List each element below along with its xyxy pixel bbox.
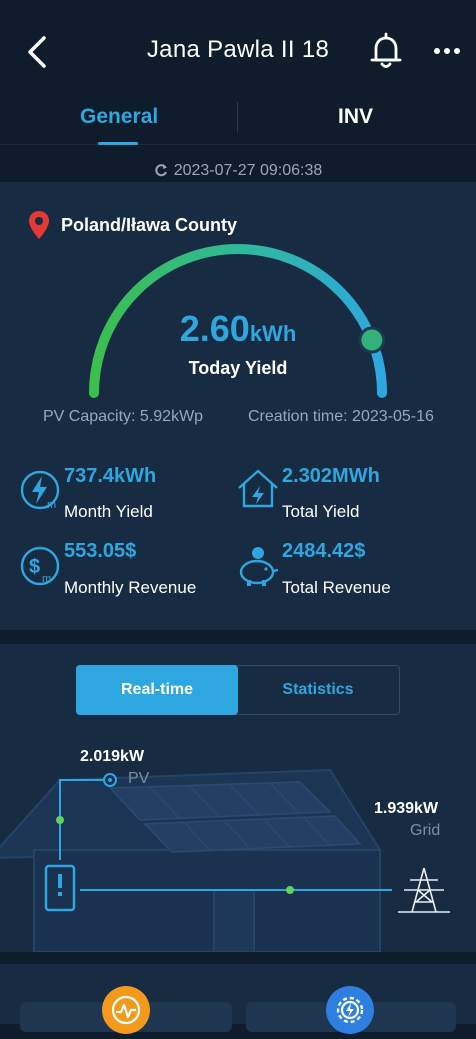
tab-inv[interactable]: INV — [338, 105, 373, 129]
section-gap-2 — [0, 952, 476, 964]
grid-flow-dot — [286, 886, 294, 894]
svg-text:m: m — [47, 499, 56, 511]
energy-meter-icon: m — [20, 470, 60, 511]
pv-flow-dot — [56, 816, 64, 824]
month-yield-value: 737.4kWh — [64, 465, 157, 487]
total-yield-value: 2.302MWh — [282, 465, 380, 487]
total-yield-label: Total Yield — [282, 502, 360, 521]
house-wall — [33, 849, 381, 952]
tab-bar: General INV — [0, 92, 476, 145]
location-pin-icon — [29, 211, 49, 239]
svg-text:$: $ — [29, 556, 40, 578]
tab-realtime[interactable]: Real-time — [76, 681, 238, 699]
total-revenue-label: Total Revenue — [282, 578, 391, 597]
refresh-row[interactable]: 2023-07-27 09:06:38 — [0, 162, 476, 180]
svg-text:m: m — [42, 573, 51, 585]
pv-capacity: PV Capacity: 5.92kWp — [43, 408, 204, 425]
total-revenue-value: 2484.42$ — [282, 540, 366, 562]
money-icon: $ m — [20, 546, 60, 586]
tab-divider — [237, 102, 238, 132]
more-icon[interactable] — [432, 44, 462, 58]
house-door — [213, 889, 255, 952]
settings-icon[interactable] — [326, 986, 374, 1034]
monthly-revenue-value: 553.05$ — [64, 540, 137, 562]
app-header: Jana Pawla II 18 — [0, 0, 476, 92]
tab-active-indicator — [98, 142, 138, 145]
monthly-revenue-label: Monthly Revenue — [64, 578, 197, 597]
grid-label: Grid — [410, 822, 441, 839]
today-yield-value: 2.60kWh — [179, 308, 297, 349]
refresh-icon — [155, 164, 167, 177]
performance-icon[interactable] — [102, 986, 150, 1034]
update-timestamp: 2023-07-27 09:06:38 — [173, 162, 323, 179]
tab-statistics[interactable]: Statistics — [238, 681, 398, 699]
today-yield-label: Today Yield — [188, 358, 288, 378]
power-tower-icon — [398, 867, 450, 913]
pv-power-value: 2.019kW — [80, 748, 145, 765]
energy-flow-diagram — [0, 768, 450, 952]
piggy-bank-icon — [239, 547, 279, 586]
month-yield-label: Month Yield — [64, 502, 153, 521]
pv-label: PV — [128, 770, 150, 787]
bell-icon[interactable] — [368, 32, 404, 70]
grid-power-value: 1.939kW — [374, 800, 439, 817]
creation-time: Creation time: 2023-05-16 — [248, 408, 434, 425]
page-title: Jana Pawla II 18 — [146, 36, 330, 63]
tab-general[interactable]: General — [80, 105, 158, 129]
section-gap — [0, 630, 476, 644]
house-bolt-icon — [238, 469, 278, 508]
